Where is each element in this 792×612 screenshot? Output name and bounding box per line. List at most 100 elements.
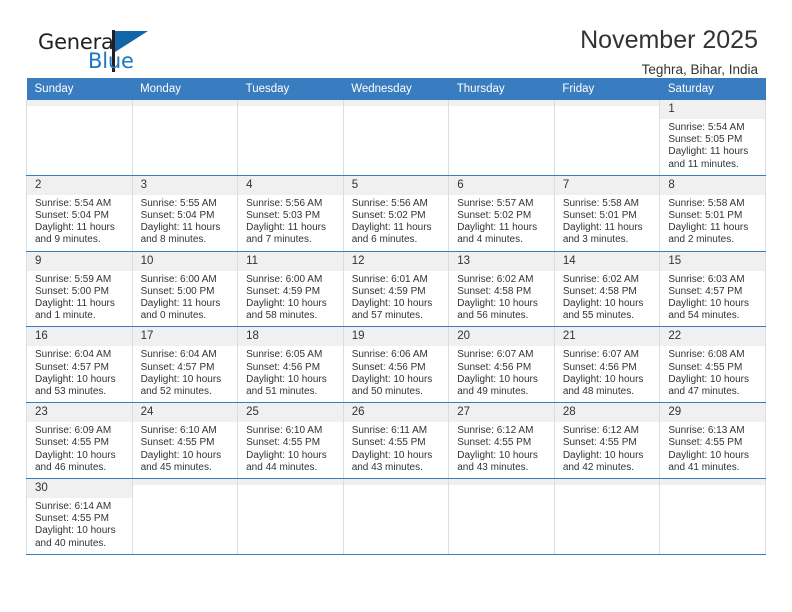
day-number (238, 479, 343, 486)
day-number: 7 (554, 175, 660, 195)
calendar-day-cell[interactable]: 7 Sunrise: 5:58 AM Sunset: 5:01 PM Daylight… (553, 175, 661, 252)
calendar-day-cell[interactable]: 3 Sunrise: 5:55 AM Sunset: 5:04 PM Daylight… (131, 175, 239, 252)
calendar-page: General Blue November 2025 Teghra, Bihar… (0, 0, 792, 612)
page-header: General Blue November 2025 Teghra, Bihar… (26, 0, 766, 77)
day-detail-line: Daylight: 10 hours (562, 373, 644, 385)
calendar-day-cell[interactable]: 18 Sunrise: 6:05 AM Sunset: 4:56 PM Dayligh… (237, 326, 344, 404)
weekday-header-thursday: Thursday (448, 78, 555, 100)
day-detail-line: Daylight: 10 hours (562, 298, 644, 310)
calendar-week-row: 23 Sunrise: 6:09 AM Sunset: 4:55 PM Dayligh… (26, 402, 766, 480)
calendar-day-cell[interactable]: 21 Sunrise: 6:07 AM Sunset: 4:56 PM Dayligh… (553, 326, 661, 404)
calendar-day-cell[interactable]: 23 Sunrise: 6:09 AM Sunset: 4:55 PM Dayligh… (26, 402, 133, 480)
day-detail-line: and 42 minutes. (562, 461, 634, 473)
day-detail-line: Sunrise: 6:00 AM (140, 273, 217, 285)
day-number: 3 (132, 175, 238, 195)
day-details: Sunrise: 6:00 AM Sunset: 5:00 PM Daylight:… (133, 271, 238, 327)
day-detail-line: Sunset: 4:57 PM (140, 361, 215, 373)
day-details: Sunrise: 6:10 AM Sunset: 4:55 PM Daylight:… (238, 422, 343, 478)
calendar-day-cell[interactable]: 15 Sunrise: 6:03 AM Sunset: 4:57 PM Dayligh… (659, 251, 766, 328)
day-detail-line: and 57 minutes. (351, 310, 423, 322)
calendar-day-cell[interactable]: 13 Sunrise: 6:02 AM Sunset: 4:58 PM Dayligh… (448, 251, 555, 328)
title-block: November 2025 Teghra, Bihar, India (580, 26, 766, 77)
calendar-day-cell[interactable]: 25 Sunrise: 6:10 AM Sunset: 4:55 PM Dayligh… (237, 402, 344, 480)
calendar-day-cell[interactable]: 10 Sunrise: 6:00 AM Sunset: 5:00 PM Dayligh… (131, 251, 239, 328)
day-detail-line: Sunset: 4:55 PM (351, 437, 426, 449)
day-number (554, 479, 660, 486)
weekday-header-saturday: Saturday (659, 78, 766, 100)
day-details: Sunrise: 5:58 AM Sunset: 5:01 PM Daylight:… (660, 195, 765, 251)
calendar-day-cell[interactable]: 4 Sunrise: 5:56 AM Sunset: 5:03 PM Daylight… (237, 175, 344, 252)
day-detail-line: Sunset: 5:03 PM (246, 210, 321, 222)
day-detail-line: Sunrise: 6:10 AM (140, 425, 217, 437)
day-detail-line: and 6 minutes. (351, 234, 418, 246)
day-details: Sunrise: 5:54 AM Sunset: 5:05 PM Daylight:… (660, 119, 765, 175)
day-number: 8 (660, 175, 765, 195)
calendar-day-cell[interactable]: 26 Sunrise: 6:11 AM Sunset: 4:55 PM Dayligh… (342, 402, 450, 480)
day-detail-line: Sunrise: 6:11 AM (351, 425, 428, 437)
day-detail-line: Sunset: 4:56 PM (351, 361, 426, 373)
day-detail-line: Sunset: 4:56 PM (562, 361, 637, 373)
day-number: 30 (27, 479, 132, 499)
calendar-day-cell[interactable]: 12 Sunrise: 6:01 AM Sunset: 4:59 PM Dayligh… (342, 251, 450, 328)
calendar-day-cell[interactable]: 27 Sunrise: 6:12 AM Sunset: 4:55 PM Dayligh… (448, 402, 555, 480)
calendar-day-cell[interactable]: 24 Sunrise: 6:10 AM Sunset: 4:55 PM Dayligh… (131, 402, 239, 480)
day-number (132, 479, 238, 486)
day-detail-line: Sunrise: 6:07 AM (562, 349, 639, 361)
day-number (449, 479, 554, 486)
calendar-day-cell[interactable]: 29 Sunrise: 6:13 AM Sunset: 4:55 PM Dayligh… (659, 402, 766, 480)
day-detail-line: Sunrise: 6:07 AM (457, 349, 534, 361)
calendar-body: 1 Sunrise: 5:54 AM Sunset: 5:05 PM Daylight… (26, 100, 766, 555)
day-detail-line: and 52 minutes. (140, 386, 212, 398)
day-number: 12 (343, 251, 449, 271)
logo-text-blue: Blue (88, 49, 134, 73)
day-detail-line: and 40 minutes. (35, 537, 107, 549)
weekday-header-wednesday: Wednesday (343, 78, 449, 100)
day-number: 19 (343, 327, 449, 347)
calendar-day-cell[interactable]: 14 Sunrise: 6:02 AM Sunset: 4:58 PM Dayligh… (553, 251, 661, 328)
day-number: 14 (554, 251, 660, 271)
calendar-week-row: 2 Sunrise: 5:54 AM Sunset: 5:04 PM Daylight… (26, 175, 766, 252)
calendar-day-cell[interactable]: 6 Sunrise: 5:57 AM Sunset: 5:02 PM Daylight… (448, 175, 555, 252)
calendar-day-cell[interactable]: 30 Sunrise: 6:14 AM Sunset: 4:55 PM Dayligh… (26, 478, 133, 555)
day-detail-line: Sunrise: 6:10 AM (246, 425, 323, 437)
calendar-day-cell[interactable]: 8 Sunrise: 5:58 AM Sunset: 5:01 PM Daylight… (659, 175, 766, 252)
day-detail-line: Sunrise: 5:55 AM (140, 197, 217, 209)
day-details: Sunrise: 5:57 AM Sunset: 5:02 PM Daylight:… (449, 195, 554, 251)
day-details: Sunrise: 6:04 AM Sunset: 4:57 PM Daylight:… (27, 346, 132, 402)
day-detail-line: Sunrise: 5:54 AM (35, 197, 112, 209)
day-number: 24 (132, 403, 238, 423)
day-number: 23 (27, 403, 132, 423)
calendar-day-cell[interactable]: 9 Sunrise: 5:59 AM Sunset: 5:00 PM Daylight… (26, 251, 133, 328)
calendar-day-cell[interactable]: 11 Sunrise: 6:00 AM Sunset: 4:59 PM Dayligh… (237, 251, 344, 328)
day-details: Sunrise: 6:09 AM Sunset: 4:55 PM Daylight:… (27, 422, 132, 478)
calendar-day-cell[interactable]: 1 Sunrise: 5:54 AM Sunset: 5:05 PM Daylight… (659, 100, 766, 176)
day-detail-line: Sunset: 4:55 PM (668, 437, 743, 449)
day-number: 16 (27, 327, 132, 347)
general-blue-logo[interactable]: General Blue (26, 26, 156, 76)
day-detail-line: Sunrise: 6:01 AM (351, 273, 428, 285)
day-detail-line: and 43 minutes. (457, 461, 529, 473)
calendar-day-cell[interactable]: 28 Sunrise: 6:12 AM Sunset: 4:55 PM Dayligh… (553, 402, 661, 480)
day-detail-line: Daylight: 11 hours (35, 222, 115, 234)
calendar-empty-cell (131, 478, 239, 555)
calendar-day-cell[interactable]: 20 Sunrise: 6:07 AM Sunset: 4:56 PM Dayligh… (448, 326, 555, 404)
day-detail-line: and 8 minutes. (140, 234, 207, 246)
calendar-week-row: 9 Sunrise: 5:59 AM Sunset: 5:00 PM Daylight… (26, 251, 766, 328)
calendar-day-cell[interactable]: 16 Sunrise: 6:04 AM Sunset: 4:57 PM Dayligh… (26, 326, 133, 404)
calendar-day-cell[interactable]: 2 Sunrise: 5:54 AM Sunset: 5:04 PM Daylight… (26, 175, 133, 252)
calendar-day-cell[interactable]: 22 Sunrise: 6:08 AM Sunset: 4:55 PM Dayligh… (659, 326, 766, 404)
calendar-day-cell[interactable]: 19 Sunrise: 6:06 AM Sunset: 4:56 PM Dayligh… (342, 326, 450, 404)
calendar-day-cell[interactable]: 5 Sunrise: 5:56 AM Sunset: 5:02 PM Daylight… (342, 175, 450, 252)
calendar-day-cell[interactable]: 17 Sunrise: 6:04 AM Sunset: 4:57 PM Dayligh… (131, 326, 239, 404)
day-detail-line: and 9 minutes. (35, 234, 101, 246)
day-number: 13 (449, 251, 554, 271)
day-detail-line: Sunset: 4:58 PM (457, 285, 532, 297)
day-number: 21 (554, 327, 660, 347)
day-details: Sunrise: 6:07 AM Sunset: 4:56 PM Daylight:… (555, 346, 660, 402)
day-detail-line: Sunset: 4:55 PM (246, 437, 321, 449)
calendar-empty-cell (553, 100, 661, 176)
day-detail-line: Sunrise: 5:57 AM (457, 197, 534, 209)
day-detail-line: and 51 minutes. (246, 386, 318, 398)
day-detail-line: and 53 minutes. (35, 386, 107, 398)
day-details: Sunrise: 5:58 AM Sunset: 5:01 PM Daylight:… (555, 195, 660, 251)
